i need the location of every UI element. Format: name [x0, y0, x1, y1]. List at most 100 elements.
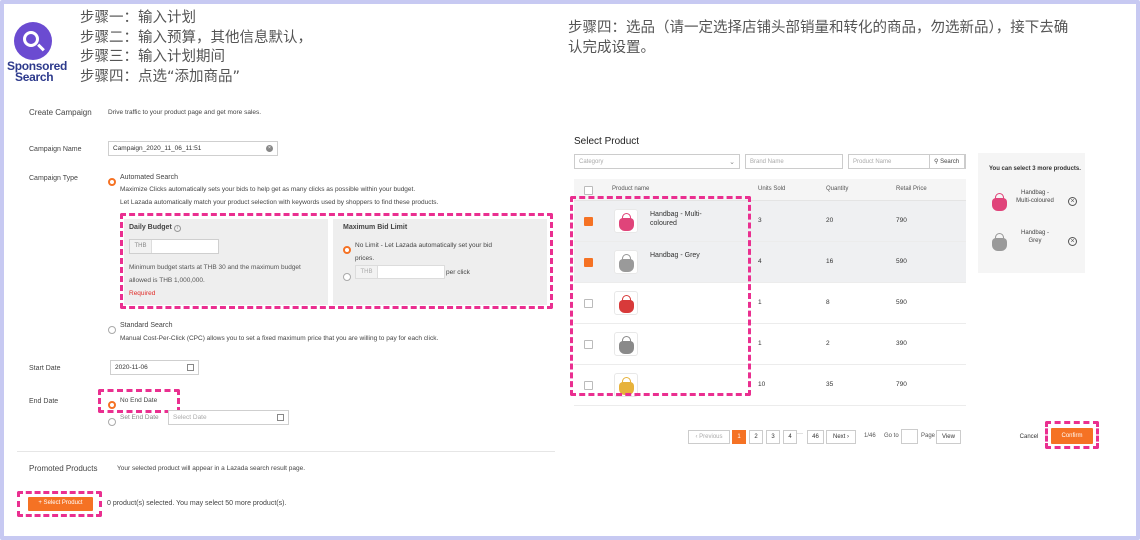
quantity: 35 — [826, 381, 834, 388]
product-placeholder: Product Name — [853, 159, 892, 165]
automated-radio[interactable] — [108, 173, 116, 191]
set-end-date-radio[interactable] — [108, 413, 116, 431]
custom-bid-input[interactable]: THB — [355, 265, 445, 279]
select-product-highlight — [17, 491, 102, 517]
search-icon: ⚲ — [934, 159, 939, 165]
selected-products-panel: You can select 3 more products. Handbag … — [978, 153, 1085, 273]
col-quantity: Quantity — [826, 186, 849, 192]
clear-icon[interactable]: × — [266, 145, 273, 152]
budget-note-1: Minimum budget starts at THB 30 and the … — [129, 264, 301, 271]
chevron-down-icon: ⌄ — [729, 159, 735, 166]
search-button[interactable]: ⚲ Search — [929, 154, 965, 169]
no-limit-line2: prices. — [355, 255, 375, 262]
step-3: 步骤三：输入计划期间 — [80, 49, 225, 65]
category-select[interactable]: Category ⌄ — [574, 154, 740, 169]
end-calendar-icon[interactable] — [277, 414, 284, 421]
info-icon[interactable]: i — [173, 225, 181, 232]
side-note: You can select 3 more products. — [989, 166, 1081, 172]
view-button[interactable]: View — [936, 430, 961, 444]
page-count: 1/46 — [864, 433, 876, 439]
selected-name: Handbag - Multi-coloured — [1016, 190, 1054, 204]
retail-price: 790 — [896, 217, 907, 224]
pagination-ellipsis: ··· — [797, 431, 803, 437]
campaign-name-label: Campaign Name — [29, 146, 82, 153]
goto-label: Go to — [884, 433, 899, 439]
page-last[interactable]: 46 — [807, 430, 824, 444]
units-sold: 10 — [758, 381, 766, 388]
budget-highlight — [120, 213, 553, 309]
calendar-icon[interactable] — [187, 364, 194, 371]
category-placeholder: Category — [579, 159, 604, 165]
quantity: 16 — [826, 258, 834, 265]
selected-info: 0 product(s) selected. You may select 50… — [107, 500, 287, 507]
brand-placeholder: Brand Name — [750, 159, 784, 165]
max-bid-label: Maximum Bid Limit — [343, 224, 408, 231]
campaign-name-input[interactable]: Campaign_2020_11_06_11:51 × — [108, 141, 278, 156]
standard-desc: Manual Cost-Per-Click (CPC) allows you t… — [120, 335, 439, 342]
col-retail-price: Retail Price — [896, 186, 927, 192]
standard-radio[interactable] — [108, 321, 116, 339]
daily-budget-input[interactable]: THB — [129, 239, 219, 254]
next-page-button[interactable]: Next › — [826, 430, 856, 444]
page-button-1[interactable]: 1 — [732, 430, 746, 444]
start-date-value: 2020-11-06 — [115, 364, 148, 371]
daily-budget-label: Daily Budget i — [129, 224, 181, 232]
page-button-4[interactable]: 4 — [783, 430, 797, 444]
bid-currency-prefix: THB — [356, 266, 378, 278]
logo-line2: Search — [15, 70, 54, 84]
end-date-input[interactable]: Select Date — [168, 410, 289, 425]
per-click-label: per click — [446, 269, 470, 276]
no-limit-radio[interactable] — [343, 241, 351, 259]
page-label: Page — [921, 433, 936, 439]
product-name-input[interactable]: Product Name ⚲ Search — [848, 154, 966, 169]
remove-icon[interactable]: × — [1068, 237, 1077, 246]
section-divider — [17, 451, 555, 452]
units-sold: 1 — [758, 340, 762, 347]
logo-icon — [14, 22, 52, 60]
end-date-placeholder: Select Date — [173, 414, 207, 421]
selected-item: Handbag - Grey × — [988, 227, 1080, 261]
units-sold: 4 — [758, 258, 762, 265]
selected-name: Handbag - Grey — [1020, 230, 1050, 244]
promoted-products-desc: Your selected product will appear in a L… — [117, 465, 306, 472]
start-date-input[interactable]: 2020-11-06 — [110, 360, 199, 375]
automated-desc-2: Let Lazada automatically match your prod… — [120, 199, 439, 206]
remove-icon[interactable]: × — [1068, 197, 1077, 206]
campaign-name-value: Campaign_2020_11_06_11:51 — [113, 145, 202, 152]
col-product-name: Product name — [612, 186, 650, 192]
step-2: 步骤二：输入预算，其他信息默认， — [80, 29, 312, 46]
retail-price: 790 — [896, 381, 907, 388]
step-right-line1: 步骤四：选品（请一定选择店铺头部销量和转化的商品，勿选新品），接下去确 — [568, 20, 1069, 36]
custom-bid-radio[interactable] — [343, 268, 351, 286]
automated-desc-1: Maximize Clicks automatically sets your … — [120, 186, 416, 193]
col-units-sold: Units Sold — [758, 186, 786, 192]
prev-page-button[interactable]: ‹ Previous — [688, 430, 730, 444]
standard-label: Standard Search — [120, 322, 173, 329]
selected-thumbnail — [988, 189, 1012, 213]
page-button-2[interactable]: 2 — [749, 430, 763, 444]
start-date-label: Start Date — [29, 365, 61, 372]
campaign-type-label: Campaign Type — [29, 175, 78, 182]
step-1: 步骤一：输入计划 — [80, 10, 196, 26]
create-campaign-title: Create Campaign — [29, 108, 92, 117]
units-sold: 1 — [758, 299, 762, 306]
cancel-button[interactable]: Cancel — [1014, 430, 1044, 444]
selected-item: Handbag - Multi-coloured × — [988, 187, 1080, 221]
retail-price: 590 — [896, 299, 907, 306]
select-all-checkbox[interactable] — [584, 186, 593, 195]
retail-price: 590 — [896, 258, 907, 265]
goto-page-input[interactable] — [901, 429, 918, 444]
step-4: 步骤四：点选“添加商品” — [80, 68, 241, 85]
required-text: Required — [129, 290, 156, 297]
product-highlight — [570, 196, 751, 396]
page-button-3[interactable]: 3 — [766, 430, 780, 444]
brand-input[interactable]: Brand Name — [745, 154, 843, 169]
budget-note-2: allowed is THB 1,000,000. — [129, 277, 205, 284]
quantity: 20 — [826, 217, 834, 224]
select-product-title: Select Product — [574, 136, 640, 147]
end-date-label: End Date — [29, 398, 59, 405]
quantity: 2 — [826, 340, 830, 347]
quantity: 8 — [826, 299, 830, 306]
retail-price: 390 — [896, 340, 907, 347]
units-sold: 3 — [758, 217, 762, 224]
